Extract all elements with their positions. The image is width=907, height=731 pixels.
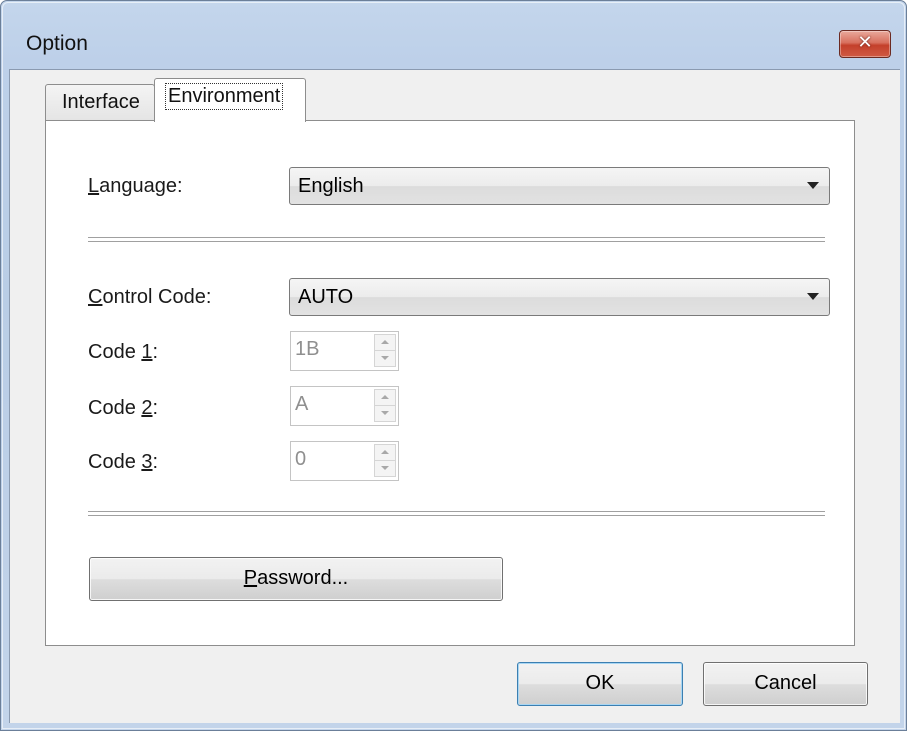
code-3-spin-buttons bbox=[374, 444, 396, 477]
code-3-label-prefix: Code bbox=[88, 451, 142, 473]
chevron-down-icon bbox=[807, 293, 819, 300]
tab-environment-label: Environment bbox=[164, 83, 284, 110]
ok-button[interactable]: OK bbox=[517, 662, 683, 706]
code-1-label-suffix: : bbox=[152, 341, 159, 363]
code-1-value: 1B bbox=[295, 338, 320, 360]
control-code-dropdown[interactable]: AUTO bbox=[289, 278, 830, 316]
code-3-label: Code 3: bbox=[88, 451, 158, 474]
control-code-value: AUTO bbox=[298, 286, 354, 308]
code-1-spin-buttons bbox=[374, 334, 396, 367]
code-3-value: 0 bbox=[295, 448, 307, 470]
code-2-label-suffix: : bbox=[152, 397, 159, 419]
spin-up-icon[interactable] bbox=[374, 389, 396, 406]
control-code-label: Control Code: bbox=[88, 286, 211, 309]
code-2-value: A bbox=[295, 393, 309, 415]
code-3-spinner[interactable]: 0 bbox=[290, 441, 399, 481]
tab-environment[interactable]: Environment bbox=[154, 78, 306, 122]
close-button[interactable]: ✕ bbox=[839, 30, 891, 58]
spin-down-icon[interactable] bbox=[374, 460, 396, 477]
password-button-rest: assword... bbox=[257, 567, 349, 589]
control-code-label-rest: ontrol Code: bbox=[102, 286, 212, 308]
spin-down-icon[interactable] bbox=[374, 405, 396, 422]
code-3-label-suffix: : bbox=[152, 451, 159, 473]
language-value: English bbox=[298, 175, 364, 197]
tab-interface-label: Interface bbox=[62, 91, 140, 113]
code-2-spin-buttons bbox=[374, 389, 396, 422]
window-title: Option bbox=[26, 32, 88, 55]
code-2-label-mnemonic: 2 bbox=[141, 397, 153, 419]
close-icon: ✕ bbox=[857, 32, 873, 53]
password-button[interactable]: Password... bbox=[89, 557, 503, 601]
code-3-label-mnemonic: 3 bbox=[141, 451, 153, 473]
language-label: Language: bbox=[88, 175, 183, 198]
language-dropdown[interactable]: English bbox=[289, 167, 830, 205]
cancel-button[interactable]: Cancel bbox=[703, 662, 868, 706]
spin-down-icon[interactable] bbox=[374, 350, 396, 367]
code-2-spinner[interactable]: A bbox=[290, 386, 399, 426]
code-2-label-prefix: Code bbox=[88, 397, 142, 419]
separator-top bbox=[88, 237, 825, 242]
spin-up-icon[interactable] bbox=[374, 444, 396, 461]
password-button-mnemonic: P bbox=[243, 567, 258, 589]
separator-bottom bbox=[88, 511, 825, 516]
chevron-down-icon bbox=[807, 182, 819, 189]
language-label-rest: anguage: bbox=[99, 175, 183, 197]
language-label-mnemonic: L bbox=[88, 175, 100, 197]
code-2-label: Code 2: bbox=[88, 397, 158, 420]
control-code-label-mnemonic: C bbox=[88, 286, 103, 308]
tab-interface[interactable]: Interface bbox=[45, 84, 155, 121]
spin-up-icon[interactable] bbox=[374, 334, 396, 351]
code-1-label-prefix: Code bbox=[88, 341, 142, 363]
code-1-label-mnemonic: 1 bbox=[141, 341, 153, 363]
code-1-spinner[interactable]: 1B bbox=[290, 331, 399, 371]
code-1-label: Code 1: bbox=[88, 341, 158, 364]
